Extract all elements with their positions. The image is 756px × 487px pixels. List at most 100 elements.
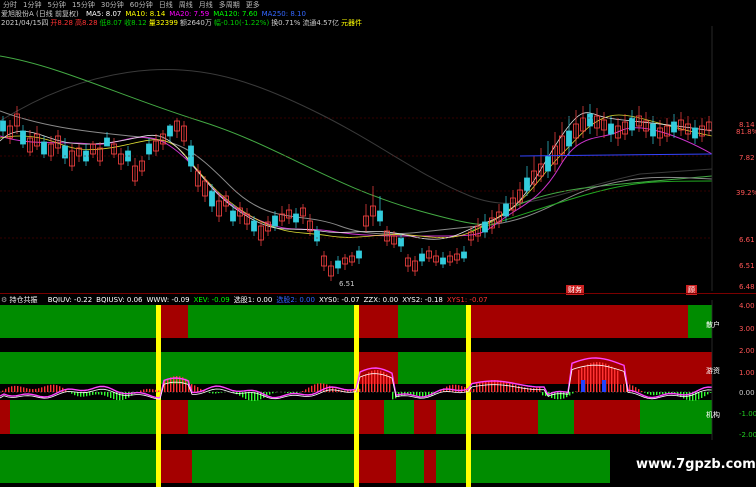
histogram-bar — [284, 392, 286, 393]
ma-value: MA250: 8.10 — [261, 10, 306, 18]
histogram-bar — [530, 387, 532, 392]
signal-bar — [354, 305, 359, 487]
period-tab[interactable]: 30分钟 — [101, 1, 124, 9]
histogram-bar — [302, 391, 304, 392]
histogram-bar — [527, 387, 529, 392]
histogram-bar — [653, 392, 655, 396]
histogram-bar — [617, 370, 619, 392]
histogram-bar — [239, 392, 241, 396]
histogram-bar — [155, 389, 157, 392]
histogram-bar — [5, 388, 7, 392]
candle-body — [293, 213, 299, 223]
ma5-line — [0, 112, 713, 240]
histogram-bar — [701, 392, 703, 398]
histogram-bar — [521, 386, 523, 392]
period-tab[interactable]: 周线 — [179, 1, 193, 9]
histogram-bar — [596, 362, 598, 392]
histogram-bar — [74, 392, 76, 396]
period-tab[interactable]: 60分钟 — [130, 1, 153, 9]
candle-body — [377, 210, 383, 222]
histogram-bar — [497, 380, 499, 392]
period-tab[interactable]: 更多 — [246, 1, 260, 9]
candle-body — [314, 230, 320, 242]
candle-body — [671, 121, 677, 133]
period-tab[interactable]: 多周期 — [219, 1, 240, 9]
ma-legend: MA5: 8.07 MA10: 8.14 MA20: 7.59 MA120: 7.60… — [86, 10, 310, 18]
histogram-bar — [311, 385, 313, 392]
period-tab[interactable]: 月线 — [199, 1, 213, 9]
histogram-bar — [23, 387, 25, 392]
histogram-bar — [140, 390, 142, 392]
period-tab[interactable]: 分时 — [3, 1, 17, 9]
price-label: 6.48 — [739, 283, 755, 291]
histogram-bar — [8, 387, 10, 392]
period-tab[interactable]: 5分钟 — [47, 1, 65, 9]
histogram-bar — [152, 389, 154, 392]
band-retail — [188, 305, 354, 338]
histogram-bar — [473, 389, 475, 392]
stock-title: 爱旭股份A (日线 前复权) — [1, 10, 79, 18]
histogram-bar — [11, 386, 13, 392]
candle-body — [398, 237, 404, 247]
histogram-bar — [44, 386, 46, 392]
band-label-institution: 机构 — [706, 411, 720, 419]
histogram-bar — [251, 392, 253, 401]
period-tab[interactable]: 1分钟 — [23, 1, 41, 9]
histogram-bar — [575, 391, 577, 392]
histogram-bar — [194, 385, 196, 392]
band-label-retail: 散户 — [706, 321, 720, 329]
histogram-bar — [590, 363, 592, 392]
band-label-hotmoney: 游资 — [706, 367, 720, 375]
period-tab[interactable]: 日线 — [159, 1, 173, 9]
histogram-bar — [644, 392, 646, 393]
histogram-bar — [554, 392, 556, 399]
band-hotmoney — [398, 352, 470, 384]
period-tab[interactable]: 15分钟 — [72, 1, 95, 9]
axis-label: 1.00 — [739, 369, 755, 377]
histogram-bar — [389, 376, 391, 392]
band-institution — [0, 400, 10, 434]
candle-body — [524, 177, 530, 192]
candle-body — [20, 130, 26, 145]
candlestick-chart[interactable] — [0, 26, 756, 291]
band-bottom — [358, 450, 396, 483]
histogram-bar — [26, 388, 28, 392]
ma-value: MA5: 8.07 — [85, 10, 122, 18]
candle-body — [482, 221, 488, 233]
candle-body — [356, 250, 362, 259]
histogram-bar — [641, 390, 643, 392]
histogram-bar — [512, 383, 514, 392]
histogram-bar — [323, 383, 325, 392]
histogram-bar — [392, 392, 394, 400]
histogram-bar — [506, 381, 508, 392]
price-label: 7.82 — [739, 154, 755, 162]
band-retail — [354, 305, 398, 338]
band-bottom — [192, 450, 358, 483]
histogram-bar — [509, 382, 511, 392]
histogram-bar — [209, 392, 211, 394]
histogram-bar — [479, 382, 481, 392]
candle-body — [461, 251, 467, 259]
histogram-bar — [314, 384, 316, 392]
histogram-bar — [599, 362, 601, 392]
histogram-bar — [416, 392, 418, 396]
histogram-bar — [20, 386, 22, 392]
candle-body — [419, 253, 425, 262]
histogram-bar — [149, 388, 151, 392]
histogram-bar — [608, 364, 610, 392]
histogram-bar — [620, 384, 622, 392]
candle-body — [104, 137, 110, 147]
candle-body — [335, 260, 341, 269]
histogram-bar — [143, 389, 145, 392]
candle-body — [566, 130, 572, 147]
band-institution — [574, 400, 640, 434]
histogram-bar — [56, 385, 58, 392]
band-institution — [436, 400, 466, 434]
histogram-bar — [710, 392, 712, 393]
histogram-bar — [647, 392, 649, 395]
histogram-bar — [572, 392, 574, 394]
histogram-bar — [41, 387, 43, 392]
histogram-bar — [248, 392, 250, 401]
histogram-bar — [515, 384, 517, 392]
histogram-bar — [101, 392, 103, 395]
